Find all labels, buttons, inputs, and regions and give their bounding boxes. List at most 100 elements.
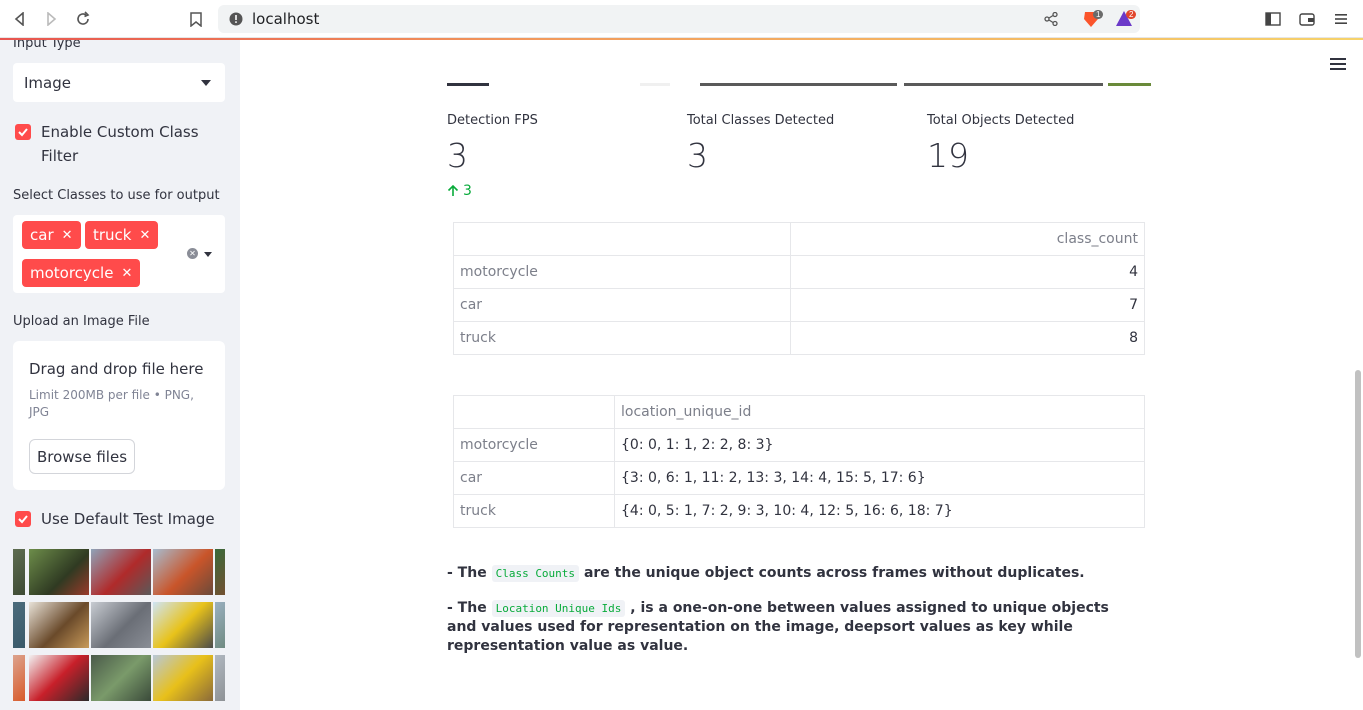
default-test-checkbox[interactable] bbox=[15, 511, 31, 527]
back-icon[interactable] bbox=[10, 9, 30, 29]
divider bbox=[640, 83, 670, 86]
note-class-counts: - The Class Counts are the unique object… bbox=[447, 564, 1137, 583]
custom-filter-checkbox[interactable] bbox=[15, 124, 31, 140]
metric-label-objects: Total Objects Detected bbox=[927, 113, 1075, 128]
remove-tag-icon[interactable]: ✕ bbox=[62, 228, 73, 243]
thumbnail bbox=[153, 602, 213, 648]
thumbnail bbox=[91, 602, 151, 648]
app-menu-icon[interactable] bbox=[1330, 58, 1346, 70]
table-row: motorcycle {0: 0, 1: 1, 2: 2, 8: 3} bbox=[453, 428, 1145, 462]
metric-value-classes: 3 bbox=[687, 136, 708, 175]
site-info-icon[interactable] bbox=[226, 9, 246, 29]
table-row: car {3: 0, 6: 1, 11: 2, 13: 3, 14: 4, 15… bbox=[453, 461, 1145, 495]
url-text[interactable]: localhost bbox=[252, 10, 319, 28]
metric-label-fps: Detection FPS bbox=[447, 113, 538, 128]
cell-value: 4 bbox=[790, 255, 1145, 289]
table-header-row: location_unique_id bbox=[453, 395, 1145, 429]
check-icon bbox=[18, 515, 28, 524]
tag-label: truck bbox=[93, 226, 132, 244]
thumbnail bbox=[13, 655, 25, 701]
table-row: truck 8 bbox=[453, 321, 1145, 355]
share-icon[interactable] bbox=[1041, 9, 1061, 29]
divider bbox=[700, 83, 897, 86]
cell-value: {0: 0, 1: 1, 2: 2, 8: 3} bbox=[614, 428, 1145, 462]
sidebar: Input Type Image Enable Custom Class Fil… bbox=[0, 40, 240, 710]
metric-label-classes: Total Classes Detected bbox=[687, 113, 835, 128]
chevron-down-icon[interactable] bbox=[204, 252, 212, 257]
table-header-row: class_count bbox=[453, 222, 1145, 256]
sidebar-toggle-icon[interactable] bbox=[1263, 9, 1283, 29]
inline-code: Class Counts bbox=[491, 565, 580, 582]
metric-delta-fps: 3 bbox=[447, 183, 472, 199]
thumbnail bbox=[13, 602, 25, 648]
default-test-label[interactable]: Use Default Test Image bbox=[41, 507, 215, 531]
input-type-select[interactable]: Image bbox=[13, 63, 225, 102]
row-index: truck bbox=[453, 321, 791, 355]
remove-tag-icon[interactable]: ✕ bbox=[140, 228, 151, 243]
index-header bbox=[453, 395, 615, 429]
wallet-icon[interactable] bbox=[1297, 9, 1317, 29]
scrollbar[interactable] bbox=[1355, 370, 1361, 658]
divider bbox=[447, 83, 489, 86]
browse-files-button[interactable]: Browse files bbox=[29, 439, 135, 474]
inline-code: Location Unique Ids bbox=[491, 600, 626, 617]
thumbnail bbox=[215, 655, 225, 701]
row-index: truck bbox=[453, 494, 615, 528]
upload-label: Upload an Image File bbox=[13, 314, 150, 329]
test-image-gallery bbox=[13, 549, 225, 710]
row-index: motorcycle bbox=[453, 255, 791, 289]
dropzone-title: Drag and drop file here bbox=[29, 360, 204, 378]
tag-car: car ✕ bbox=[22, 221, 81, 249]
bookmark-icon[interactable] bbox=[186, 9, 206, 29]
browser-menu-icon[interactable] bbox=[1331, 9, 1351, 29]
note-prefix: - The bbox=[447, 600, 487, 616]
tag-truck: truck ✕ bbox=[85, 221, 159, 249]
input-type-value: Image bbox=[24, 74, 71, 92]
cell-value: {3: 0, 6: 1, 11: 2, 13: 3, 14: 4, 15: 5,… bbox=[614, 461, 1145, 495]
row-index: car bbox=[453, 288, 791, 322]
delta-value: 3 bbox=[463, 183, 472, 199]
input-type-label: Input Type bbox=[13, 40, 81, 51]
thumbnail bbox=[91, 549, 151, 595]
thumbnail bbox=[29, 655, 89, 701]
reload-icon[interactable] bbox=[73, 9, 93, 29]
class-multiselect[interactable]: car ✕ truck ✕ motorcycle ✕ ✕ bbox=[13, 215, 225, 293]
table-row: motorcycle 4 bbox=[453, 255, 1145, 289]
file-dropzone[interactable]: Drag and drop file here Limit 200MB per … bbox=[13, 341, 225, 490]
thumbnail bbox=[153, 655, 213, 701]
thumbnail bbox=[91, 655, 151, 701]
custom-filter-label[interactable]: Enable Custom Class Filter bbox=[41, 120, 201, 168]
clear-all-icon[interactable]: ✕ bbox=[187, 248, 198, 259]
forward-icon[interactable] bbox=[41, 9, 61, 29]
chevron-down-icon bbox=[201, 80, 211, 86]
cell-value: 7 bbox=[790, 288, 1145, 322]
tag-label: car bbox=[30, 226, 54, 244]
column-header[interactable]: class_count bbox=[790, 222, 1145, 256]
index-header bbox=[453, 222, 791, 256]
arrow-up-icon bbox=[447, 185, 459, 196]
check-icon bbox=[18, 128, 28, 137]
metric-value-fps: 3 bbox=[447, 136, 468, 175]
address-bar[interactable] bbox=[218, 5, 1140, 33]
main-content: Detection FPS 3 3 Total Classes Detected… bbox=[240, 40, 1363, 710]
column-header[interactable]: location_unique_id bbox=[614, 395, 1145, 429]
cell-value: {4: 0, 5: 1, 7: 2, 9: 3, 10: 4, 12: 5, 1… bbox=[614, 494, 1145, 528]
browser-toolbar: localhost 1 2 bbox=[0, 0, 1363, 40]
brave-shields-icon[interactable]: 1 bbox=[1081, 9, 1104, 29]
brave-rewards-icon[interactable]: 2 bbox=[1114, 9, 1137, 29]
row-index: motorcycle bbox=[453, 428, 615, 462]
divider bbox=[1108, 83, 1151, 86]
thumbnail bbox=[29, 602, 89, 648]
cell-value: 8 bbox=[790, 321, 1145, 355]
thumbnail bbox=[153, 549, 213, 595]
row-index: car bbox=[453, 461, 615, 495]
tag-motorcycle: motorcycle ✕ bbox=[22, 259, 141, 287]
tag-label: motorcycle bbox=[30, 264, 114, 282]
dropzone-limit: Limit 200MB per file • PNG, JPG bbox=[29, 388, 194, 419]
unique-id-table: location_unique_id motorcycle {0: 0, 1: … bbox=[453, 395, 1145, 528]
thumbnail bbox=[215, 602, 225, 648]
class-count-table: class_count motorcycle 4 car 7 truck 8 bbox=[453, 222, 1145, 355]
select-classes-label: Select Classes to use for output bbox=[13, 188, 220, 203]
remove-tag-icon[interactable]: ✕ bbox=[121, 266, 132, 281]
table-row: truck {4: 0, 5: 1, 7: 2, 9: 3, 10: 4, 12… bbox=[453, 494, 1145, 528]
